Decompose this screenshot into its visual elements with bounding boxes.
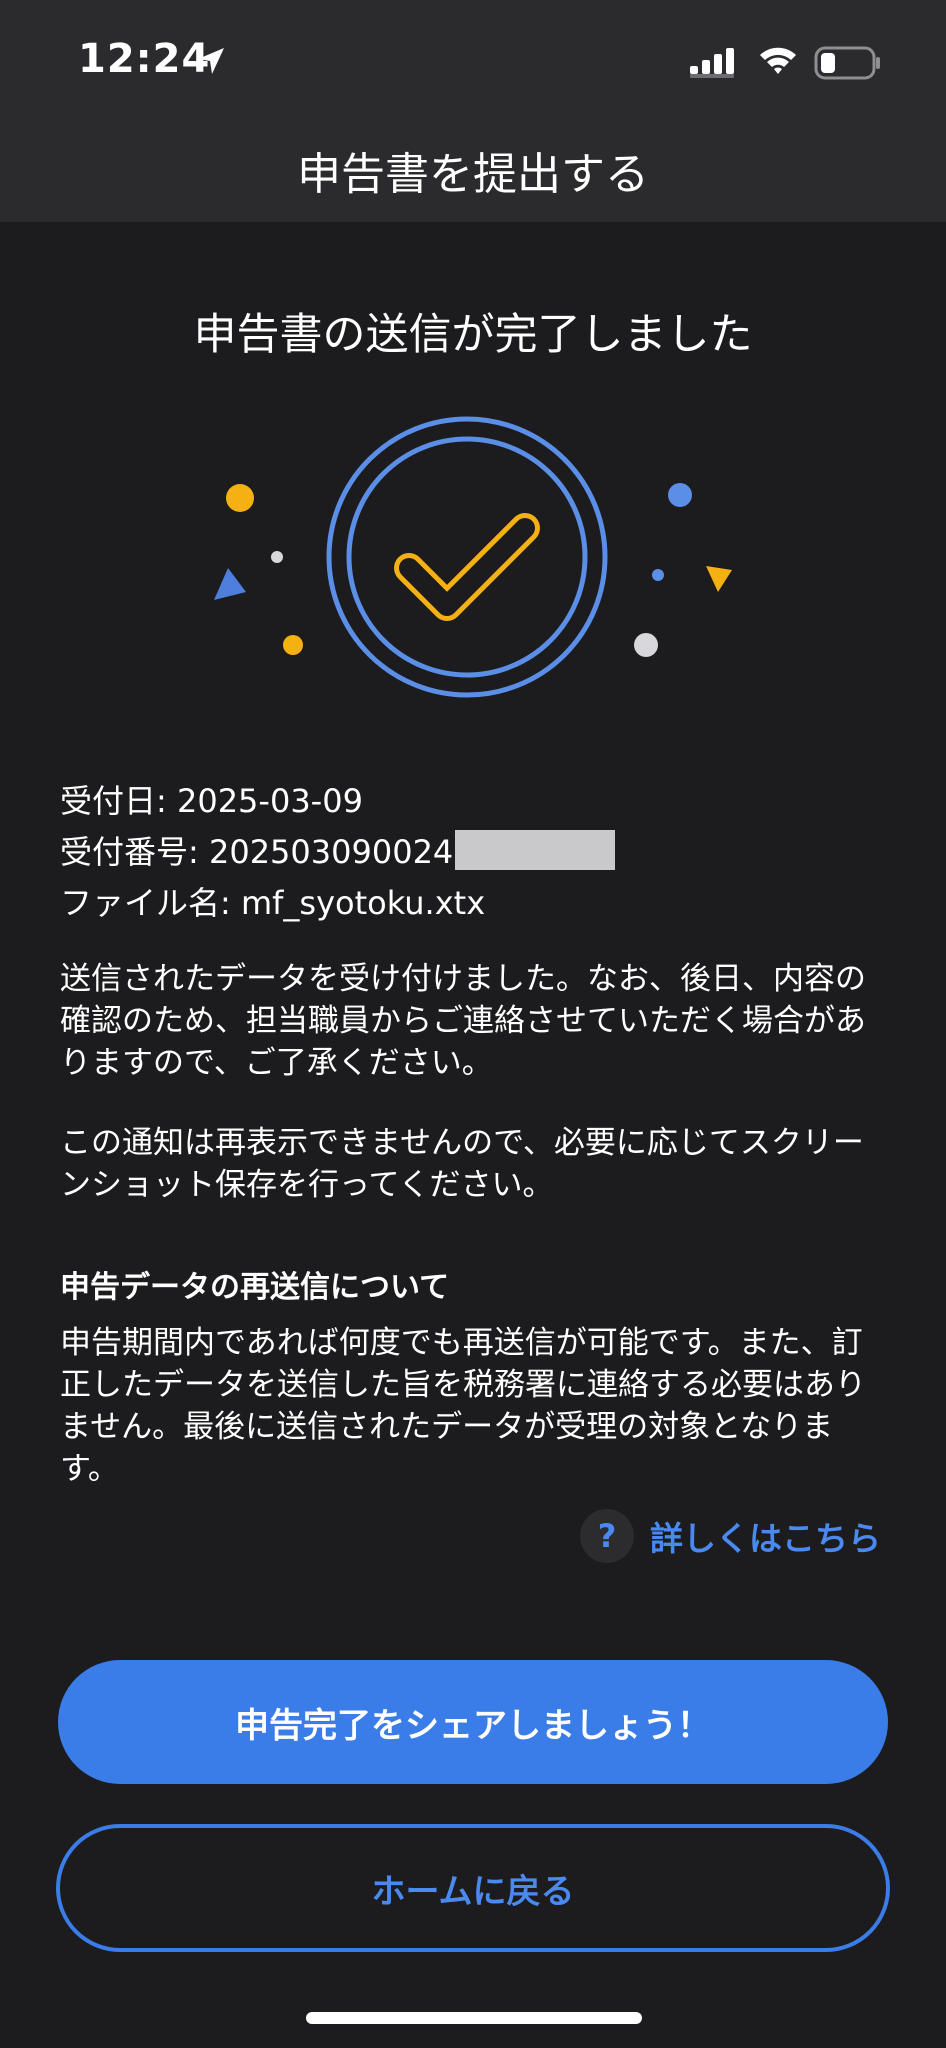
receipt-number-value: 202503090024 xyxy=(208,833,454,871)
resend-description: 申告期間内であれば何度でも再送信が可能です。また、訂正したデータを送信した旨を税… xyxy=(60,1325,866,1487)
location-arrow-icon xyxy=(198,48,224,74)
status-time: 12:24 xyxy=(78,36,211,82)
receipt-number-row: 受付番号: 202503090024 xyxy=(60,827,886,878)
details-link-label: 詳しくはこちら xyxy=(650,1519,881,1558)
file-name-row: ファイル名: mf_syotoku.xtx xyxy=(60,878,886,929)
receipt-date-label: 受付日: xyxy=(60,782,177,820)
screenshot-notice: この通知は再表示できませんので、必要に応じてスクリーンショット保存を行ってくださ… xyxy=(60,1125,864,1203)
file-name-value: mf_syotoku.xtx xyxy=(240,884,486,922)
acceptance-message: 送信されたデータを受け付けました。なお、後日、内容の確認のため、担当職員からご連… xyxy=(60,961,866,1081)
completion-heading: 申告書の送信が完了しました xyxy=(193,310,753,360)
battery-icon xyxy=(814,46,880,80)
share-completion-button[interactable]: 申告完了をシェアしましょう！ xyxy=(58,1660,888,1784)
receipt-date-row: 受付日: 2025-03-09 xyxy=(60,776,886,827)
page-title: 申告書を提出する xyxy=(297,149,649,200)
return-home-button[interactable]: ホームに戻る xyxy=(56,1824,890,1952)
success-check-icon xyxy=(214,416,732,698)
redacted-block xyxy=(455,830,616,870)
navigation-bar: 申告書を提出する xyxy=(0,110,946,222)
home-indicator xyxy=(306,2012,642,2024)
resend-heading: 申告データの再送信について xyxy=(60,1270,450,1305)
status-bar: 12:24 xyxy=(0,0,946,110)
details-link[interactable]: ? 詳しくはこちら xyxy=(580,1508,881,1564)
question-icon: ? xyxy=(580,1509,634,1563)
file-name-label: ファイル名: xyxy=(60,884,241,922)
receipt-number-label: 受付番号: xyxy=(60,833,209,871)
receipt-info: 受付日: 2025-03-09 受付番号: 202503090024 ファイル名… xyxy=(60,776,886,929)
cellular-signal-icon xyxy=(690,48,734,78)
receipt-date-value: 2025-03-09 xyxy=(176,782,363,820)
wifi-icon xyxy=(760,47,796,74)
